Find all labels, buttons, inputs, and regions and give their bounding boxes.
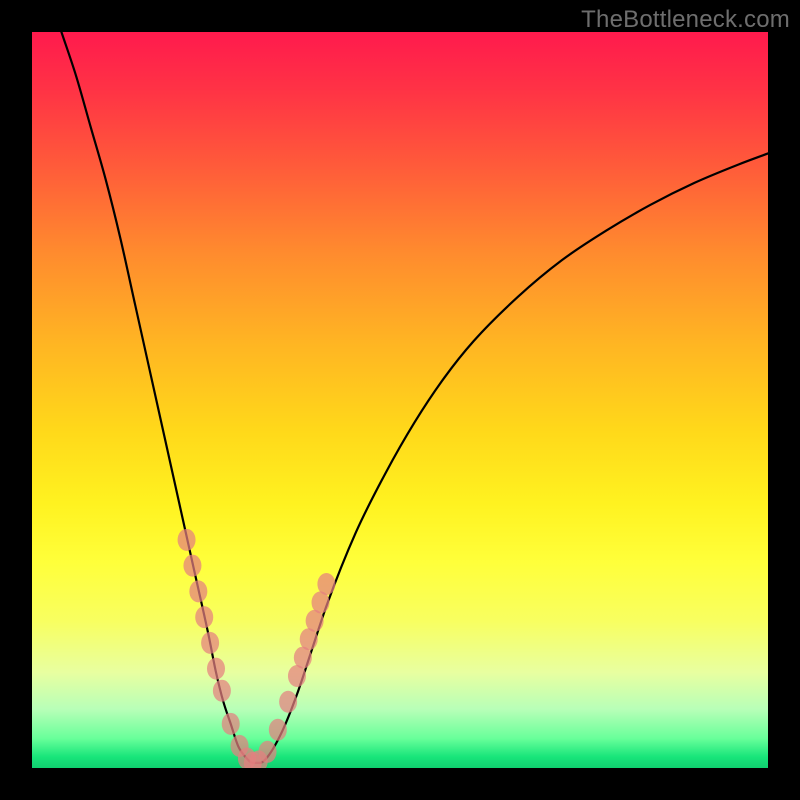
chart-plot-area xyxy=(32,32,768,768)
marker-dot xyxy=(269,719,287,741)
marker-dot xyxy=(201,632,219,654)
highlight-markers xyxy=(178,529,336,768)
marker-dot xyxy=(279,691,297,713)
marker-dot xyxy=(213,680,231,702)
marker-dot xyxy=(207,658,225,680)
marker-dot xyxy=(183,555,201,577)
marker-dot xyxy=(317,573,335,595)
marker-dot xyxy=(222,713,240,735)
marker-dot xyxy=(178,529,196,551)
bottleneck-curve xyxy=(61,32,768,763)
marker-dot xyxy=(195,606,213,628)
chart-frame: TheBottleneck.com xyxy=(0,0,800,800)
marker-dot xyxy=(259,741,277,763)
watermark-text: TheBottleneck.com xyxy=(581,6,790,34)
marker-dot xyxy=(189,580,207,602)
chart-svg xyxy=(32,32,768,768)
